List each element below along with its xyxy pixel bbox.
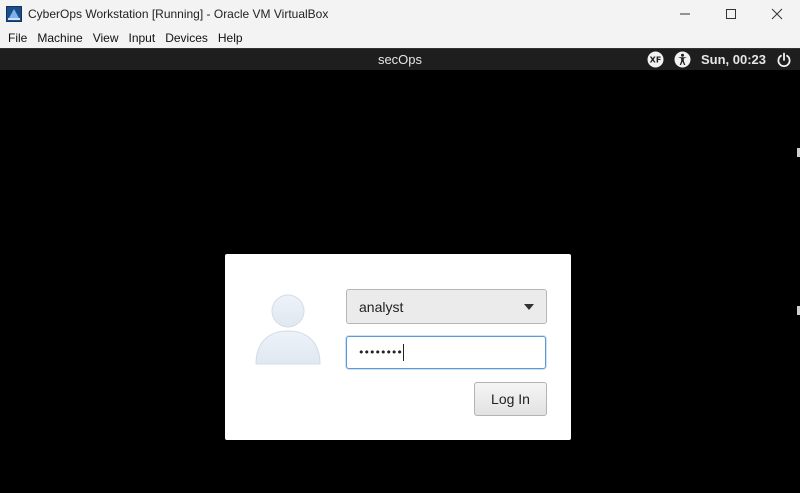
menu-devices[interactable]: Devices [160,28,213,48]
menu-help[interactable]: Help [213,28,248,48]
menubar: File Machine View Input Devices Help [0,28,800,48]
login-dialog: analyst •••••••• Log In [225,254,571,440]
xfce-icon[interactable]: XF [647,51,664,68]
svg-text:XF: XF [650,56,662,65]
password-mask: •••••••• [358,346,403,359]
menu-file[interactable]: File [3,28,32,48]
maximize-icon [726,9,736,19]
password-field[interactable]: •••••••• [346,336,546,369]
top-panel: secOps XF Sun, 00:23 [0,48,800,70]
minimize-button[interactable] [662,0,708,28]
minimize-icon [680,13,690,15]
chevron-down-icon [524,304,534,310]
menu-input[interactable]: Input [124,28,161,48]
panel-clock[interactable]: Sun, 00:23 [701,52,766,67]
window-titlebar[interactable]: CyberOps Workstation [Running] - Oracle … [0,0,800,28]
window-title: CyberOps Workstation [Running] - Oracle … [28,7,329,21]
close-icon [771,8,783,20]
user-avatar-icon [255,294,321,365]
power-icon[interactable] [776,52,792,68]
virtualbox-icon [6,6,22,22]
maximize-button[interactable] [708,0,754,28]
username-select[interactable]: analyst [346,289,547,324]
login-button[interactable]: Log In [474,382,547,416]
close-button[interactable] [754,0,800,28]
menu-view[interactable]: View [88,28,124,48]
menu-machine[interactable]: Machine [32,28,87,48]
text-caret [402,344,404,361]
username-value: analyst [359,298,404,315]
accessibility-icon[interactable] [674,51,691,68]
